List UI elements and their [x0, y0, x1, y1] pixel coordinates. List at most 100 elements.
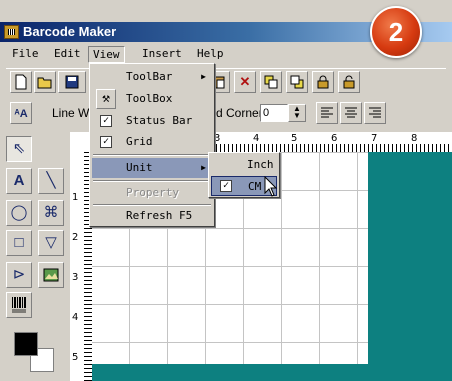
polygon-icon: ⊳ — [12, 266, 26, 283]
app-icon — [4, 25, 19, 39]
format-toolbar: ᴬA Line W d Corner: 0 ▲ ▼ — [6, 100, 446, 126]
image-tool[interactable] — [38, 262, 64, 288]
view-menu-property: Property — [92, 183, 212, 203]
send-to-back-icon — [290, 75, 304, 89]
ruler-top-number: 8 — [411, 133, 418, 144]
menu-item-label: ToolBar — [126, 70, 173, 83]
menu-item-label: Unit — [126, 161, 153, 174]
triangle-icon: ▽ — [45, 234, 57, 251]
barcode-tool[interactable] — [6, 292, 32, 318]
line-width-label: Line W — [52, 106, 90, 120]
menu-view[interactable]: View — [88, 46, 125, 63]
font-style-button[interactable]: ᴬA — [10, 102, 32, 124]
view-menu-unit[interactable]: Unit ▶ — [92, 158, 212, 178]
picture-icon — [43, 268, 59, 282]
lock-icon — [317, 75, 329, 89]
view-menu-toolbar[interactable]: ToolBar ▶ — [92, 67, 212, 87]
mouse-cursor-icon — [264, 176, 278, 197]
menu-help[interactable]: Help — [193, 46, 228, 63]
round-corner-label: d Corner: — [216, 106, 267, 120]
menu-item-label: Status Bar — [126, 114, 193, 127]
menu-item-label: ToolBox — [126, 92, 173, 105]
view-menu-status-bar[interactable]: ✓ Status Bar — [92, 111, 212, 131]
menu-item-label: Refresh F5 — [126, 209, 193, 222]
rectangle-icon: □ — [14, 234, 24, 251]
menu-separator — [93, 180, 211, 182]
ruler-left-number: 3 — [72, 272, 79, 283]
unlock-button[interactable] — [338, 71, 360, 93]
ruler-left-number: 2 — [72, 232, 79, 243]
bring-to-front-icon — [264, 75, 278, 89]
pointer-arrow-icon: ⇖ — [12, 140, 26, 157]
bring-front-button[interactable] — [260, 71, 282, 93]
toolbox-icon: ⚒ — [96, 89, 116, 109]
line-icon: ╲ — [46, 172, 56, 189]
select-tool[interactable]: ⇖ — [6, 136, 32, 162]
step-badge: 2 — [370, 6, 422, 58]
save-file-button[interactable] — [58, 71, 86, 93]
align-right-icon — [369, 107, 381, 118]
shape-icon: ⌘ — [43, 204, 59, 221]
window-title: Barcode Maker — [23, 24, 117, 39]
ellipse-icon: ◯ — [10, 204, 28, 221]
ruler-top-number: 7 — [371, 133, 378, 144]
barcode-icon — [12, 297, 26, 313]
tool-palette: ⇖ A ╲ ◯ ⌘ □ ▽ ⊳ — [4, 132, 70, 381]
round-corner-input[interactable]: 0 — [260, 104, 288, 122]
ruler-left-number: 5 — [72, 352, 79, 363]
polygon-tool[interactable]: ⊳ — [6, 262, 32, 288]
open-folder-icon — [37, 77, 52, 89]
align-right-button[interactable] — [364, 102, 386, 124]
menu-edit[interactable]: Edit — [50, 46, 85, 63]
new-file-button[interactable] — [10, 71, 32, 93]
delete-button[interactable]: ✕ — [234, 71, 256, 93]
align-center-icon — [345, 107, 357, 118]
spin-down-icon: ▼ — [293, 111, 301, 120]
submenu-arrow-icon: ▶ — [201, 163, 206, 172]
rectangle-tool[interactable]: □ — [6, 230, 32, 256]
menu-item-label: Grid — [126, 135, 153, 148]
ruler-top-number: 4 — [253, 133, 260, 144]
send-back-button[interactable] — [286, 71, 308, 93]
menu-item-label: Property — [126, 186, 179, 199]
new-file-icon — [15, 74, 27, 90]
menu-item-label: CM — [248, 180, 262, 193]
align-left-button[interactable] — [316, 102, 338, 124]
submenu-arrow-icon: ▶ — [201, 72, 206, 81]
ruler-left-number: 4 — [72, 312, 79, 323]
menu-file[interactable]: File — [8, 46, 43, 63]
triangle-tool[interactable]: ▽ — [38, 230, 64, 256]
align-left-icon — [321, 107, 333, 118]
ruler-top-number: 5 — [291, 133, 298, 144]
checkbox-checked-icon: ✓ — [220, 180, 232, 192]
view-menu-grid[interactable]: ✓ Grid — [92, 132, 212, 152]
workspace-background — [368, 152, 452, 381]
ruler-top-number: 6 — [331, 133, 338, 144]
text-tool[interactable]: A — [6, 168, 32, 194]
lock-button[interactable] — [312, 71, 334, 93]
menu-item-label: Inch — [247, 158, 274, 171]
menu-separator — [93, 154, 211, 156]
view-menu-refresh[interactable]: Refresh F5 — [92, 206, 212, 226]
round-corner-spinner[interactable]: ▲ ▼ — [288, 104, 306, 122]
ruler-left-number: 1 — [72, 192, 79, 203]
checkbox-checked-icon: ✓ — [100, 136, 112, 148]
save-disk-icon — [65, 75, 79, 89]
text-font-icon: ᴬA — [14, 108, 28, 120]
ellipse-tool[interactable]: ◯ — [6, 200, 32, 226]
barcode-maker-window: Barcode Maker 2 File Edit View Insert He… — [0, 0, 452, 381]
checkbox-checked-icon: ✓ — [100, 115, 112, 127]
workspace-background-bottom — [92, 364, 368, 381]
view-menu-toolbox[interactable]: ⚒ ToolBox — [92, 89, 212, 109]
foreground-color-swatch[interactable] — [14, 332, 38, 356]
align-center-button[interactable] — [340, 102, 362, 124]
menu-insert[interactable]: Insert — [138, 46, 186, 63]
open-file-button[interactable] — [34, 71, 56, 93]
delete-x-icon: ✕ — [239, 74, 251, 89]
shape-tool[interactable]: ⌘ — [38, 200, 64, 226]
text-a-icon: A — [13, 172, 25, 189]
view-menu-dropdown: ToolBar ▶ ⚒ ToolBox ✓ Status Bar ✓ Grid … — [89, 63, 215, 227]
main-toolbar: ✕ — [6, 68, 446, 94]
unit-inch-option[interactable]: Inch — [211, 155, 277, 175]
line-tool[interactable]: ╲ — [38, 168, 64, 194]
